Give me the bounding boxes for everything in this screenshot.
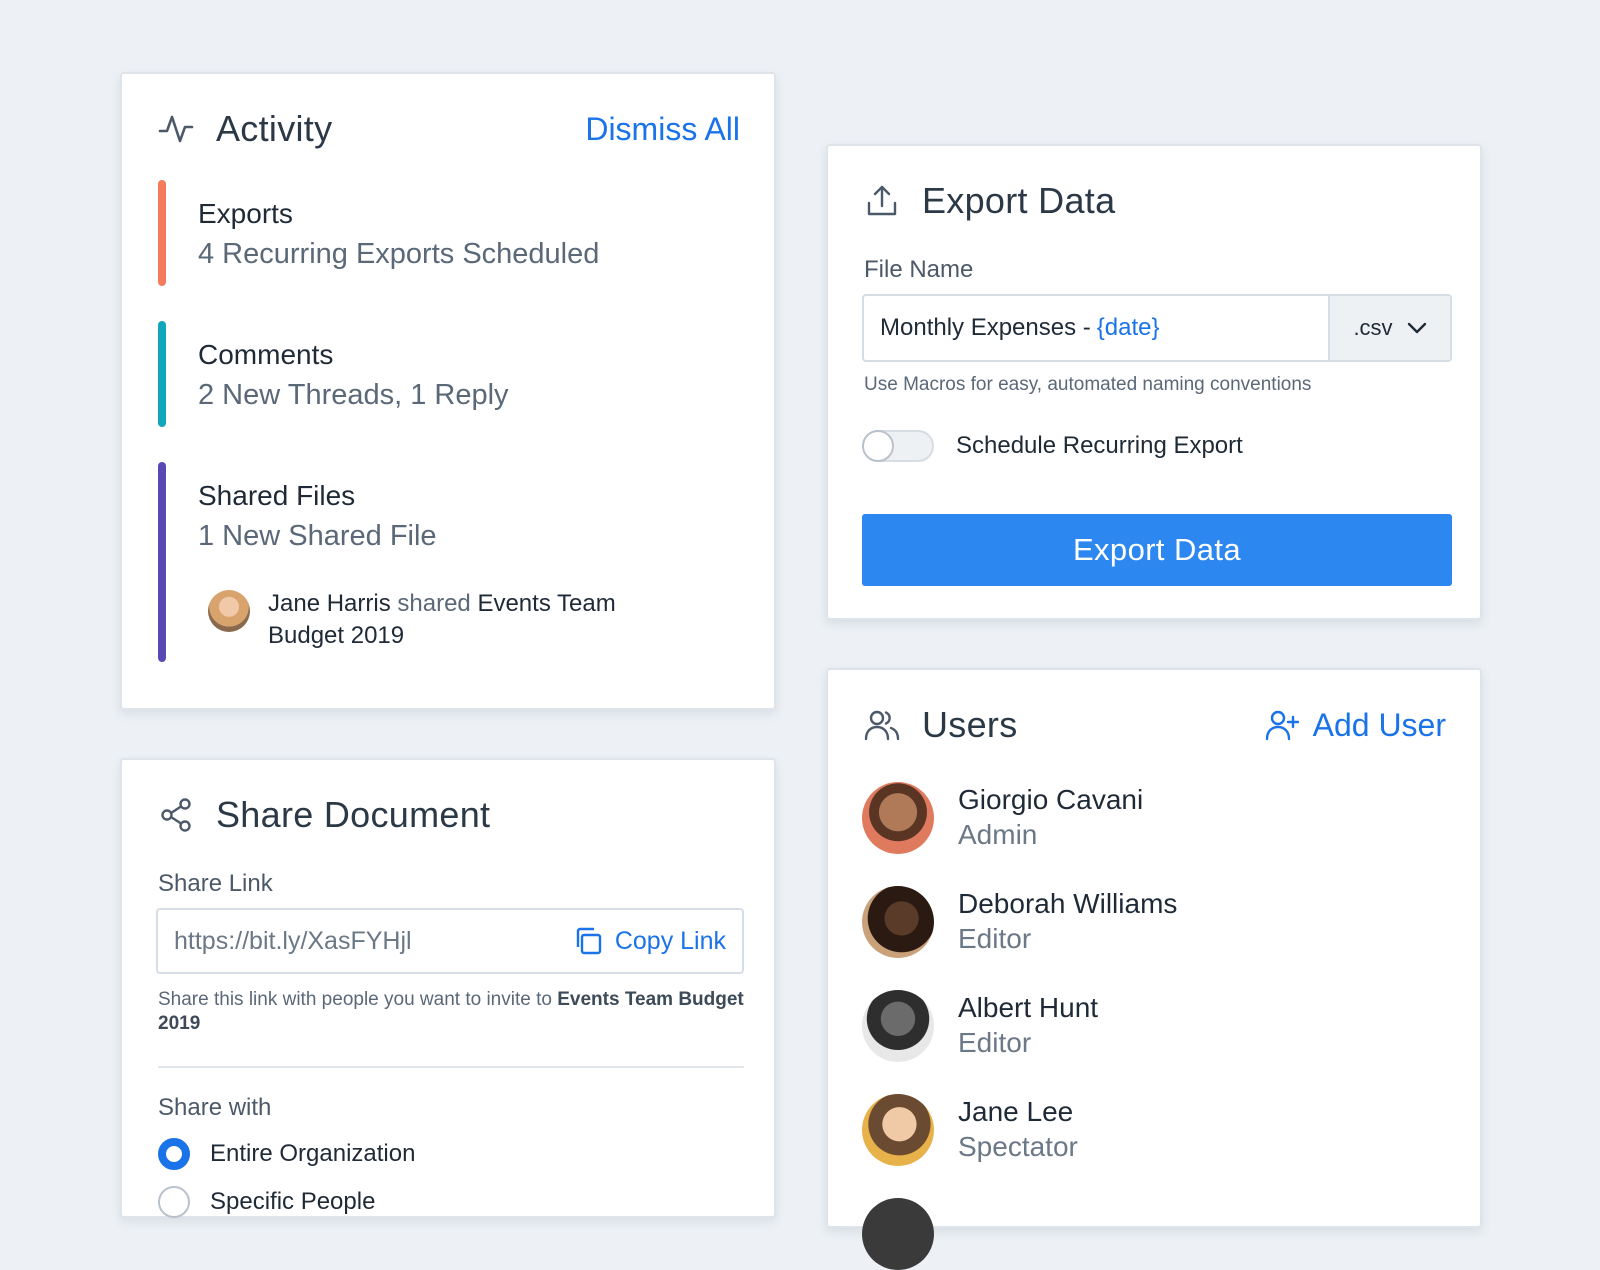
activity-title-group: Activity — [158, 108, 332, 150]
user-name: Jane Lee — [958, 1096, 1074, 1127]
avatar — [862, 782, 934, 854]
schedule-toggle[interactable] — [862, 430, 934, 462]
file-name-input[interactable]: Monthly Expenses - {date} — [864, 296, 1328, 360]
toggle-knob — [862, 430, 894, 462]
share-header: Share Document — [158, 794, 490, 836]
extension-select[interactable]: .csv — [1328, 296, 1450, 360]
activity-item-subtitle: 1 New Shared File — [198, 520, 437, 552]
share-hint: Share this link with people you want to … — [158, 988, 748, 1036]
avatar — [208, 590, 250, 632]
user-row-partial[interactable] — [862, 1198, 958, 1270]
file-name-value: Monthly Expenses - — [880, 314, 1091, 341]
shared-verb: shared — [397, 590, 471, 617]
activity-item-subtitle: 2 New Threads, 1 Reply — [198, 379, 509, 411]
export-data-button[interactable]: Export Data — [862, 514, 1452, 586]
avatar — [862, 886, 934, 958]
share-with-label: Share with — [158, 1094, 272, 1121]
share-document-card: Share Document Share Link https://bit.ly… — [120, 758, 776, 1218]
user-info: Giorgio Cavani Admin — [958, 783, 1143, 853]
radio-button[interactable] — [158, 1186, 190, 1218]
add-user-button[interactable]: Add User — [1265, 707, 1446, 744]
activity-bar-shared-files — [158, 462, 166, 662]
macro-hint: Use Macros for easy, automated naming co… — [864, 374, 1312, 395]
avatar — [862, 1198, 934, 1270]
user-name: Giorgio Cavani — [958, 784, 1144, 815]
share-icon — [161, 798, 191, 832]
user-info: Jane Lee Spectator — [958, 1095, 1078, 1165]
schedule-toggle-label: Schedule Recurring Export — [956, 432, 1243, 459]
export-header: Export Data — [864, 180, 1115, 222]
user-row[interactable]: Jane Lee Spectator — [862, 1094, 1078, 1166]
avatar — [862, 1094, 934, 1166]
user-role: Editor — [958, 1027, 1032, 1058]
user-row[interactable]: Albert Hunt Editor — [862, 990, 1098, 1062]
user-row[interactable]: Deborah Williams Editor — [862, 886, 1177, 958]
activity-item-title: Shared Files — [198, 480, 356, 511]
export-data-card: Export Data File Name Monthly Expenses -… — [826, 144, 1482, 620]
user-name: Deborah Williams — [958, 888, 1178, 919]
users-card: Users Add User Giorgio Cavani Admin Debo… — [826, 668, 1482, 1270]
share-hint-text: Share this link with people you want to … — [158, 989, 552, 1010]
activity-item-comments[interactable]: Comments 2 New Threads, 1 Reply — [158, 321, 744, 427]
activity-item-title: Exports — [198, 198, 293, 229]
shared-file-text: Jane Harris shared Events Team Budget 20… — [268, 588, 648, 652]
add-user-label: Add User — [1312, 706, 1446, 743]
share-link-field[interactable]: https://bit.ly/XasFYHjl Copy Link — [156, 908, 744, 974]
upload-icon — [867, 185, 897, 216]
activity-item-shared-files[interactable]: Shared Files 1 New Shared File Jane Harr… — [158, 462, 744, 662]
activity-pulse-icon — [158, 115, 194, 143]
copy-icon — [576, 927, 602, 955]
radio-label: Entire Organization — [210, 1140, 416, 1167]
dismiss-all-link[interactable]: Dismiss All — [585, 111, 740, 148]
schedule-toggle-row[interactable]: Schedule Recurring Export — [862, 430, 1243, 462]
file-name-macro: {date} — [1096, 314, 1160, 341]
add-user-icon — [1265, 710, 1299, 741]
user-role: Admin — [958, 819, 1038, 850]
activity-header: Activity Dismiss All — [158, 108, 740, 150]
avatar — [862, 990, 934, 1062]
activity-bar-comments — [158, 321, 166, 427]
share-divider — [158, 1066, 744, 1068]
activity-item-title: Comments — [198, 339, 334, 370]
share-title: Share Document — [216, 794, 491, 835]
user-role: Spectator — [958, 1131, 1078, 1162]
users-header: Users Add User — [864, 704, 1446, 746]
users-icon — [864, 710, 900, 741]
share-link-label: Share Link — [158, 870, 273, 897]
user-role: Editor — [958, 923, 1032, 954]
radio-specific-people[interactable]: Specific People — [158, 1186, 375, 1218]
share-link-url[interactable]: https://bit.ly/XasFYHjl — [174, 927, 412, 956]
file-name-label: File Name — [864, 256, 974, 283]
activity-item-exports[interactable]: Exports 4 Recurring Exports Scheduled — [158, 180, 744, 286]
radio-button-checked[interactable] — [158, 1138, 190, 1170]
activity-bar-exports — [158, 180, 166, 286]
shared-by-user: Jane Harris — [268, 590, 391, 617]
user-name: Albert Hunt — [958, 992, 1099, 1023]
copy-link-label: Copy Link — [614, 926, 726, 955]
chevron-down-icon — [1407, 322, 1426, 334]
export-title: Export Data — [922, 180, 1116, 221]
activity-item-subtitle: 4 Recurring Exports Scheduled — [198, 238, 600, 270]
file-name-field: Monthly Expenses - {date} .csv — [862, 294, 1452, 362]
activity-card: Activity Dismiss All Exports 4 Recurring… — [120, 72, 776, 710]
copy-link-button[interactable]: Copy Link — [573, 926, 726, 956]
user-row[interactable]: Giorgio Cavani Admin — [862, 782, 1143, 854]
extension-value: .csv — [1353, 315, 1393, 340]
radio-entire-organization[interactable]: Entire Organization — [158, 1138, 415, 1170]
users-title-group: Users — [864, 704, 1018, 746]
activity-title: Activity — [216, 108, 333, 149]
shared-file-event: Jane Harris shared Events Team Budget 20… — [208, 588, 648, 652]
radio-label: Specific People — [210, 1188, 376, 1215]
user-info: Albert Hunt Editor — [958, 991, 1098, 1061]
users-title: Users — [922, 704, 1018, 745]
user-info: Deborah Williams Editor — [958, 887, 1177, 957]
